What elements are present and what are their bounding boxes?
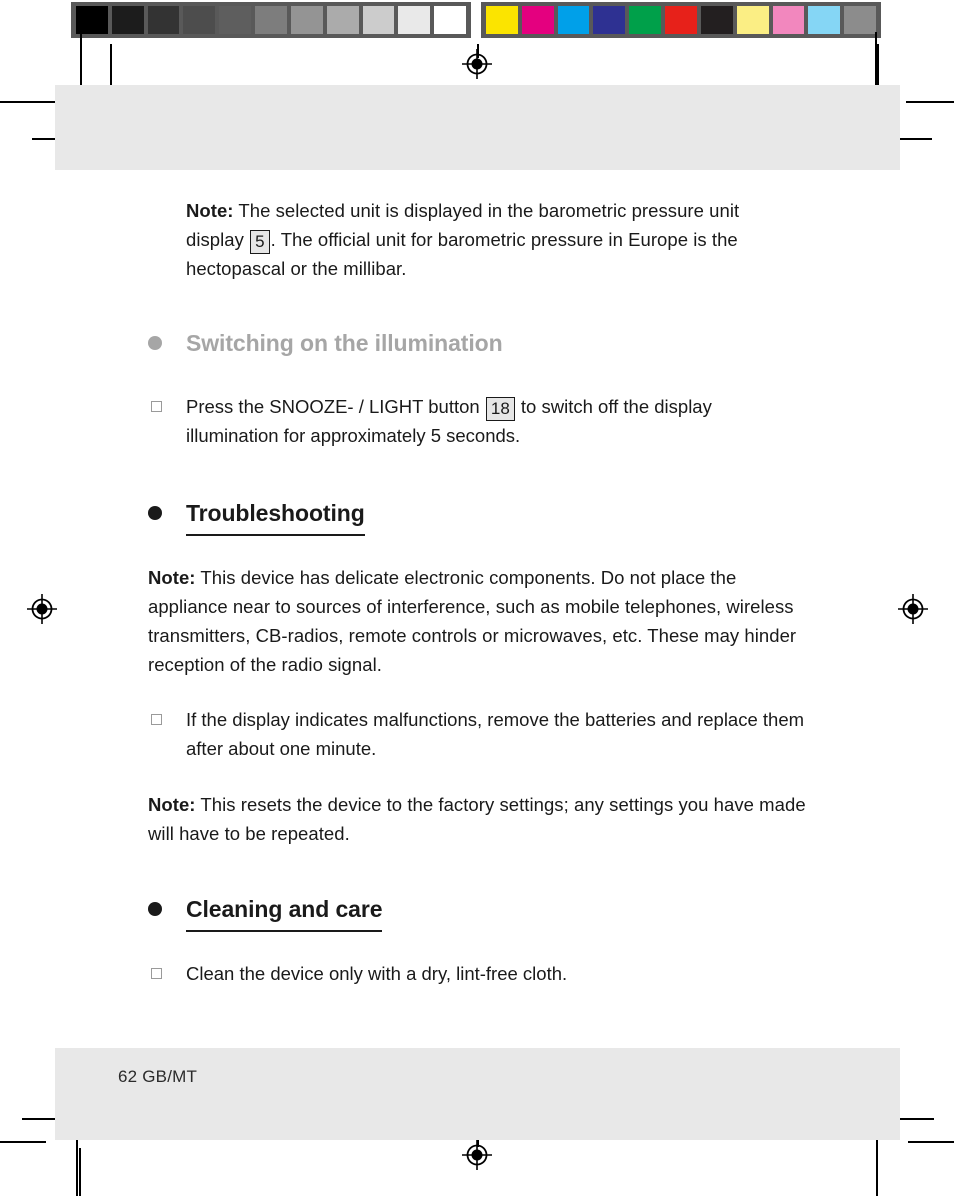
calibration-patch — [808, 6, 841, 34]
crop-mark-vertical — [876, 1133, 878, 1196]
note-interference-text: This device has delicate electronic comp… — [148, 567, 797, 675]
calibration-patch — [434, 6, 466, 34]
calibration-patch — [362, 6, 395, 34]
heading-cleaning-and-care: Cleaning and care — [148, 896, 383, 932]
color-calibration-strip — [481, 2, 881, 38]
grayscale-calibration-strip — [71, 2, 471, 38]
registration-mark-bottom — [462, 1140, 492, 1170]
calibration-patch — [219, 6, 252, 34]
calibration-patch — [111, 6, 144, 34]
crop-mark-vertical — [76, 1133, 78, 1196]
calibration-patch — [183, 6, 216, 34]
heading-text: Cleaning and care — [186, 896, 383, 932]
heading-text: Troubleshooting — [186, 500, 365, 536]
calibration-patch — [255, 6, 287, 34]
list-item-text: If the display indicates malfunctions, r… — [186, 709, 805, 759]
calibration-patch — [844, 6, 876, 34]
list-item-illumination: Press the SNOOZE- / LIGHT button 18 to s… — [148, 392, 808, 450]
note-label: Note: — [148, 794, 196, 815]
calibration-patch — [290, 6, 323, 34]
square-bullet-icon — [148, 392, 186, 412]
calibration-patch — [665, 6, 697, 34]
header-band — [55, 85, 900, 170]
page-folio: 62 GB/MT — [118, 1067, 198, 1086]
note-label: Note: — [148, 567, 196, 588]
bullet-dot-icon — [148, 506, 162, 520]
calibration-patch — [700, 6, 733, 34]
note-unit-paragraph: Note: The selected unit is displayed in … — [186, 196, 786, 283]
bullet-dot-icon — [148, 336, 162, 350]
note-reset-text: This resets the device to the factory se… — [148, 794, 806, 844]
calibration-patch — [398, 6, 431, 34]
square-bullet-icon — [148, 959, 186, 979]
list-item-malfunction: If the display indicates malfunctions, r… — [148, 705, 808, 763]
registration-mark-right — [898, 594, 928, 624]
list-item-text: Clean the device only with a dry, lint-f… — [186, 963, 568, 984]
list-item-text: Press the SNOOZE- / LIGHT button 18 to s… — [186, 392, 808, 450]
calibration-patch — [147, 6, 180, 34]
bullet-dot-icon — [148, 902, 162, 916]
crop-mark-horizontal — [908, 1141, 954, 1143]
document-page: Note: The selected unit is displayed in … — [0, 0, 954, 1196]
calibration-patch — [772, 6, 805, 34]
calibration-patch — [486, 6, 518, 34]
crop-mark-horizontal — [0, 1141, 46, 1143]
calibration-patch — [326, 6, 359, 34]
heading-switching-on-the-illumination: Switching on the illumination — [148, 330, 503, 364]
list-item-cleaning: Clean the device only with a dry, lint-f… — [148, 959, 808, 988]
calibration-patch — [629, 6, 662, 34]
list-item-text-before: Press the SNOOZE- / LIGHT button — [186, 396, 480, 417]
note-interference-paragraph: Note: This device has delicate electroni… — [148, 563, 808, 679]
footer-band — [55, 1048, 900, 1140]
calibration-patch — [76, 6, 108, 34]
reference-key-5: 5 — [250, 230, 270, 254]
calibration-patch — [593, 6, 626, 34]
crop-mark-horizontal — [906, 101, 954, 103]
calibration-patch — [521, 6, 554, 34]
heading-troubleshooting: Troubleshooting — [148, 500, 365, 536]
heading-text: Switching on the illumination — [186, 330, 503, 356]
note-label: Note: — [186, 200, 234, 221]
reference-key-18: 18 — [485, 397, 515, 421]
calibration-patch — [557, 6, 590, 34]
square-bullet-icon — [148, 705, 186, 725]
crop-mark-vertical — [79, 1148, 81, 1196]
registration-mark-left — [27, 594, 57, 624]
calibration-patch — [736, 6, 769, 34]
registration-mark-top — [462, 49, 492, 79]
note-reset-paragraph: Note: This resets the device to the fact… — [148, 790, 808, 848]
